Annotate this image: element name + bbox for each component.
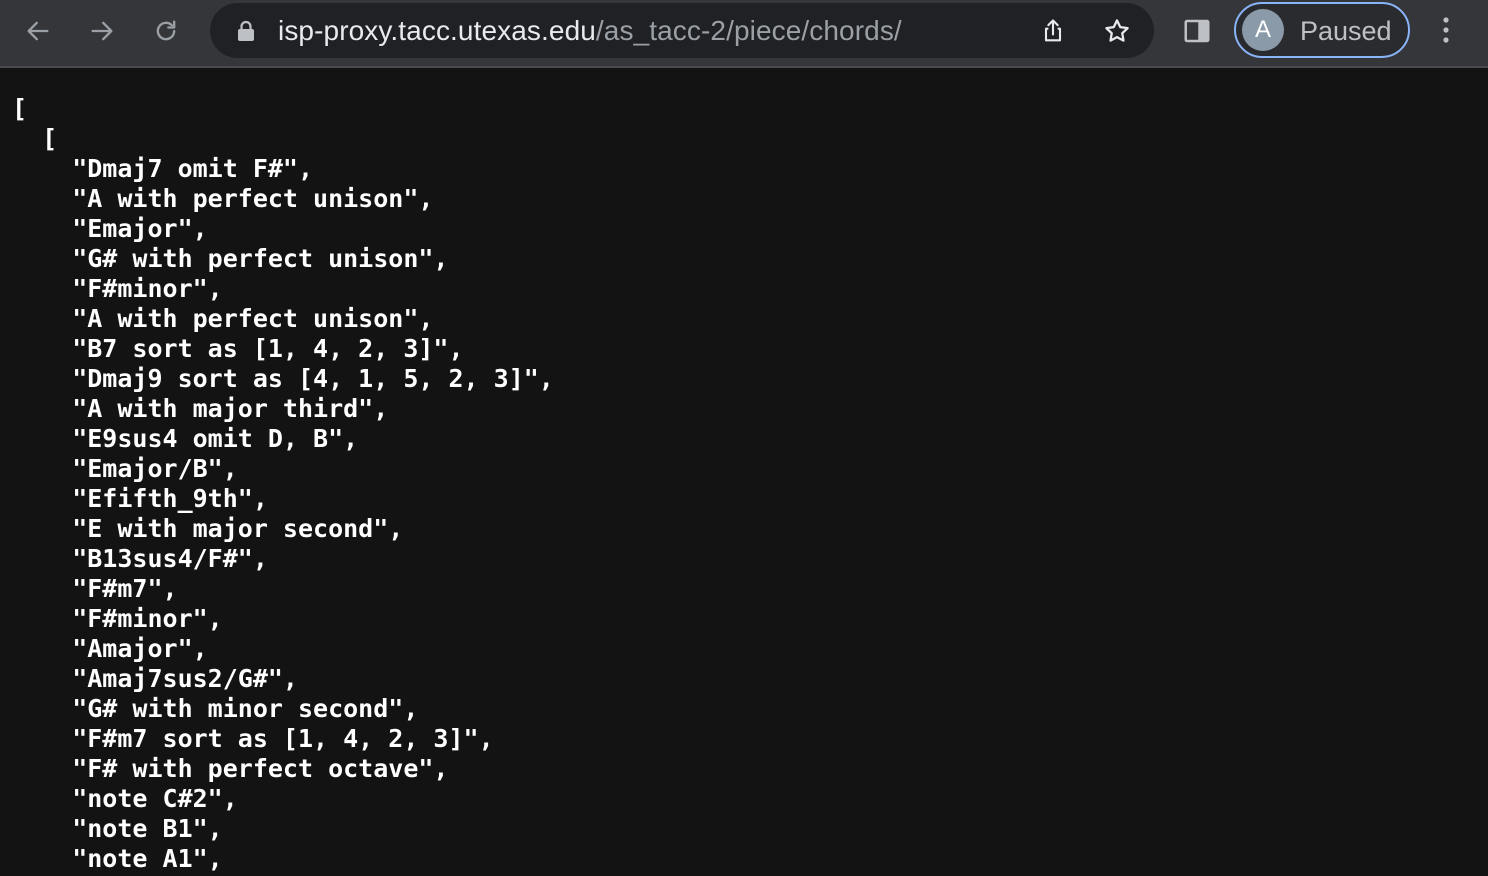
browser-toolbar: isp-proxy.tacc.utexas.edu/as_tacc-2/piec… bbox=[0, 0, 1488, 68]
chord-item: "Dmaj7 omit F#", bbox=[12, 154, 314, 183]
inner-array-open: [ bbox=[12, 124, 58, 153]
bookmark-button[interactable] bbox=[1102, 16, 1132, 46]
star-icon bbox=[1105, 19, 1129, 42]
url-path: /as_tacc-2/piece/chords/ bbox=[595, 15, 902, 46]
chord-item: "Amaj7sus2/G#", bbox=[12, 664, 298, 693]
chord-item: "E with major second", bbox=[12, 514, 404, 543]
chord-item: "F#minor", bbox=[12, 604, 223, 633]
chord-item: "Efifth_9th", bbox=[12, 484, 268, 513]
chord-item: "A with major third", bbox=[12, 394, 389, 423]
chord-item: "B13sus4/F#", bbox=[12, 544, 268, 573]
chord-item: "Dmaj9 sort as [4, 1, 5, 2, 3]", bbox=[12, 364, 554, 393]
lock-icon[interactable] bbox=[236, 20, 256, 42]
back-button[interactable] bbox=[20, 13, 56, 49]
chord-item: "note B1", bbox=[12, 814, 223, 843]
kebab-menu-icon bbox=[1443, 17, 1449, 43]
chord-item: "G# with minor second", bbox=[12, 694, 419, 723]
arrow-left-icon bbox=[27, 21, 49, 41]
chord-item: "F#m7 sort as [1, 4, 2, 3]", bbox=[12, 724, 494, 753]
chord-item: "Emajor/B", bbox=[12, 454, 238, 483]
chord-item: "E9sus4 omit D, B", bbox=[12, 424, 359, 453]
chord-item: "note A1", bbox=[12, 844, 223, 873]
chord-item: "Emajor", bbox=[12, 214, 208, 243]
profile-button[interactable]: A Paused bbox=[1234, 2, 1410, 58]
reload-icon bbox=[156, 20, 176, 41]
chord-item: "A with perfect unison", bbox=[12, 184, 434, 213]
side-panel-icon bbox=[1184, 19, 1210, 43]
chord-item: "Amajor", bbox=[12, 634, 208, 663]
share-button[interactable] bbox=[1038, 16, 1068, 46]
chord-item: "note C#2", bbox=[12, 784, 238, 813]
chord-item: "A with perfect unison", bbox=[12, 304, 434, 333]
address-bar[interactable]: isp-proxy.tacc.utexas.edu/as_tacc-2/piec… bbox=[210, 3, 1154, 58]
avatar: A bbox=[1242, 9, 1284, 51]
json-viewer: [ [ "Dmaj7 omit F#", "A with perfect uni… bbox=[12, 94, 554, 874]
chord-item: "G# with perfect unison", bbox=[12, 244, 449, 273]
chord-item: "F#m7", bbox=[12, 574, 178, 603]
forward-button[interactable] bbox=[84, 13, 120, 49]
profile-status: Paused bbox=[1300, 16, 1392, 46]
side-panel-button[interactable] bbox=[1180, 14, 1214, 48]
outer-array-open: [ bbox=[12, 94, 28, 123]
url-host: isp-proxy.tacc.utexas.edu bbox=[278, 15, 596, 46]
chord-list: "Dmaj7 omit F#", "A with perfect unison"… bbox=[12, 154, 554, 874]
reload-button[interactable] bbox=[148, 13, 184, 49]
share-icon bbox=[1044, 19, 1062, 42]
page-content: [ [ "Dmaj7 omit F#", "A with perfect uni… bbox=[0, 68, 1488, 876]
chord-item: "B7 sort as [1, 4, 2, 3]", bbox=[12, 334, 464, 363]
url-text[interactable]: isp-proxy.tacc.utexas.edu/as_tacc-2/piec… bbox=[278, 15, 902, 47]
chord-item: "F#minor", bbox=[12, 274, 223, 303]
arrow-right-icon bbox=[91, 21, 113, 41]
chord-item: "F# with perfect octave", bbox=[12, 754, 449, 783]
menu-button[interactable] bbox=[1430, 12, 1462, 48]
